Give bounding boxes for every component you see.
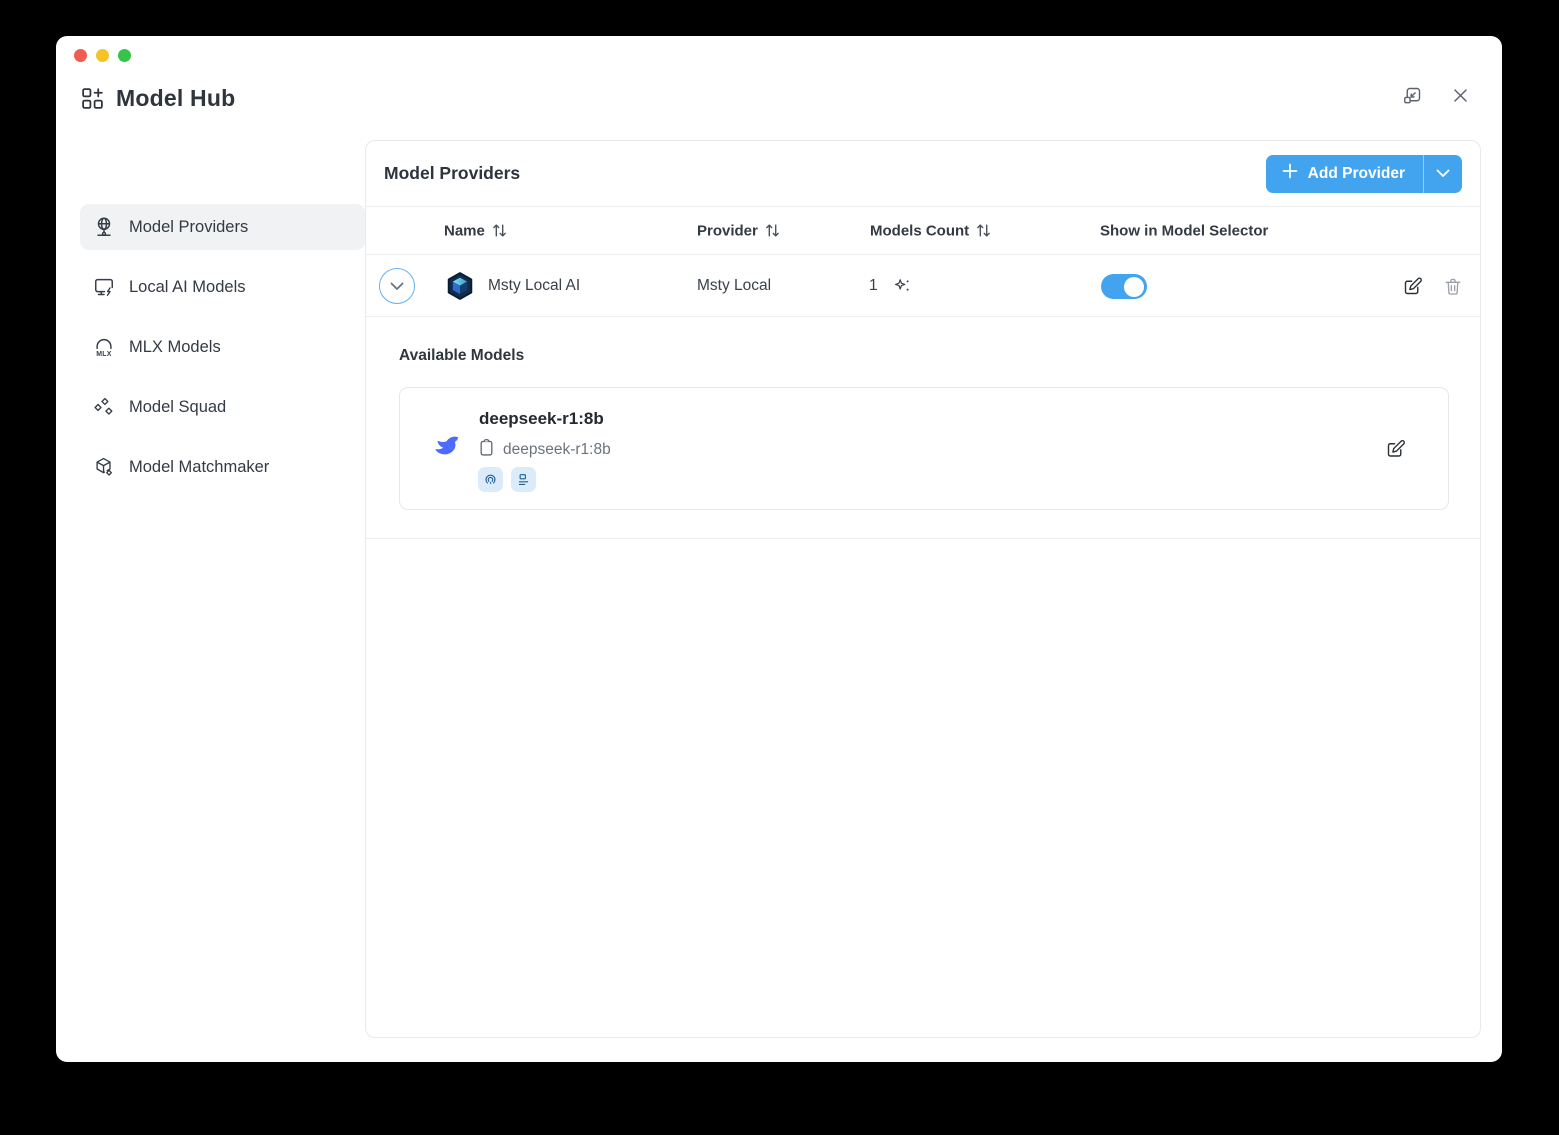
sidebar-item-label: Local AI Models xyxy=(129,277,246,296)
window-controls xyxy=(1402,85,1470,106)
sidebar: Model Providers Local AI Models MLX MLX … xyxy=(80,204,365,504)
sort-icon xyxy=(493,224,506,237)
sidebar-item-model-matchmaker[interactable]: Model Matchmaker xyxy=(80,444,365,490)
column-header-name[interactable]: Name xyxy=(444,222,507,239)
titlebar: Model Hub xyxy=(80,85,235,112)
diamonds-icon xyxy=(93,396,115,418)
show-in-selector-toggle[interactable] xyxy=(1101,274,1147,299)
chevron-down-icon xyxy=(390,282,404,290)
sidebar-item-model-squad[interactable]: Model Squad xyxy=(80,384,365,430)
minimize-traffic-button[interactable] xyxy=(96,49,109,62)
traffic-lights xyxy=(74,49,131,62)
clipboard-icon[interactable] xyxy=(478,438,495,462)
sort-icon xyxy=(977,224,991,237)
sidebar-item-label: Model Squad xyxy=(129,397,227,416)
cube-diamond-icon xyxy=(93,456,115,478)
edit-model-icon[interactable] xyxy=(1385,438,1406,459)
plus-icon xyxy=(1282,163,1298,184)
deepseek-logo-icon xyxy=(429,434,460,464)
model-hub-icon xyxy=(80,86,105,111)
column-header-models-count[interactable]: Models Count xyxy=(870,222,991,239)
sidebar-item-label: Model Matchmaker xyxy=(129,457,270,476)
delete-provider-icon[interactable] xyxy=(1443,276,1463,297)
mlx-icon: MLX xyxy=(93,336,115,358)
sidebar-item-mlx-models[interactable]: MLX MLX Models xyxy=(80,324,365,370)
column-header-provider[interactable]: Provider xyxy=(697,222,780,239)
sidebar-item-local-ai-models[interactable]: Local AI Models xyxy=(80,264,365,310)
chevron-down-icon xyxy=(1436,169,1450,177)
monitor-bolt-icon xyxy=(93,276,115,298)
model-hub-window: Model Hub Model Providers Local AI Model… xyxy=(56,36,1502,1062)
model-capability-badges xyxy=(478,467,536,492)
table-header-row: Name Provider Models Count Show in Model… xyxy=(366,207,1480,255)
available-models-heading: Available Models xyxy=(399,347,525,364)
page-title: Model Hub xyxy=(116,85,236,111)
models-count-value: 1 xyxy=(869,276,878,294)
model-id-row: deepseek-r1:8b xyxy=(478,438,611,462)
provider-type: Msty Local xyxy=(697,276,772,294)
column-header-show-in-selector: Show in Model Selector xyxy=(1100,222,1269,239)
sort-icon xyxy=(766,224,779,237)
model-card: deepseek-r1:8b deepseek-r1:8b xyxy=(399,387,1449,510)
provider-name: Msty Local AI xyxy=(488,276,581,294)
sidebar-item-label: Model Providers xyxy=(129,217,249,236)
model-providers-panel: Model Providers Add Provider Name Provid… xyxy=(365,140,1481,1038)
edit-provider-icon[interactable] xyxy=(1402,276,1423,297)
toggle-knob xyxy=(1124,276,1144,297)
model-id: deepseek-r1:8b xyxy=(503,441,611,458)
sidebar-item-label: MLX Models xyxy=(129,337,221,356)
svg-text:MLX: MLX xyxy=(96,351,111,358)
table-row: Msty Local AI Msty Local 1 xyxy=(366,255,1480,317)
close-traffic-button[interactable] xyxy=(74,49,87,62)
panel-title: Model Providers xyxy=(384,163,521,183)
msty-local-ai-logo xyxy=(445,271,475,306)
panel-header: Model Providers Add Provider xyxy=(366,141,1480,207)
add-provider-split-button: Add Provider xyxy=(1265,154,1462,193)
add-provider-button[interactable]: Add Provider xyxy=(1266,155,1423,193)
broadcast-waves-icon[interactable] xyxy=(478,467,503,492)
collapse-row-button[interactable] xyxy=(379,268,415,304)
add-provider-menu-button[interactable] xyxy=(1424,155,1462,193)
zoom-traffic-button[interactable] xyxy=(118,49,131,62)
sidebar-item-model-providers[interactable]: Model Providers xyxy=(80,204,365,250)
collapse-window-icon[interactable] xyxy=(1402,85,1423,106)
globe-network-icon xyxy=(93,216,115,238)
available-models-section: Available Models deepseek-r1:8b deepseek… xyxy=(366,317,1480,539)
close-icon[interactable] xyxy=(1451,86,1470,105)
sparkles-icon[interactable] xyxy=(894,278,911,300)
add-provider-label: Add Provider xyxy=(1307,164,1405,182)
form-lines-icon[interactable] xyxy=(511,467,536,492)
model-title: deepseek-r1:8b xyxy=(479,409,604,428)
